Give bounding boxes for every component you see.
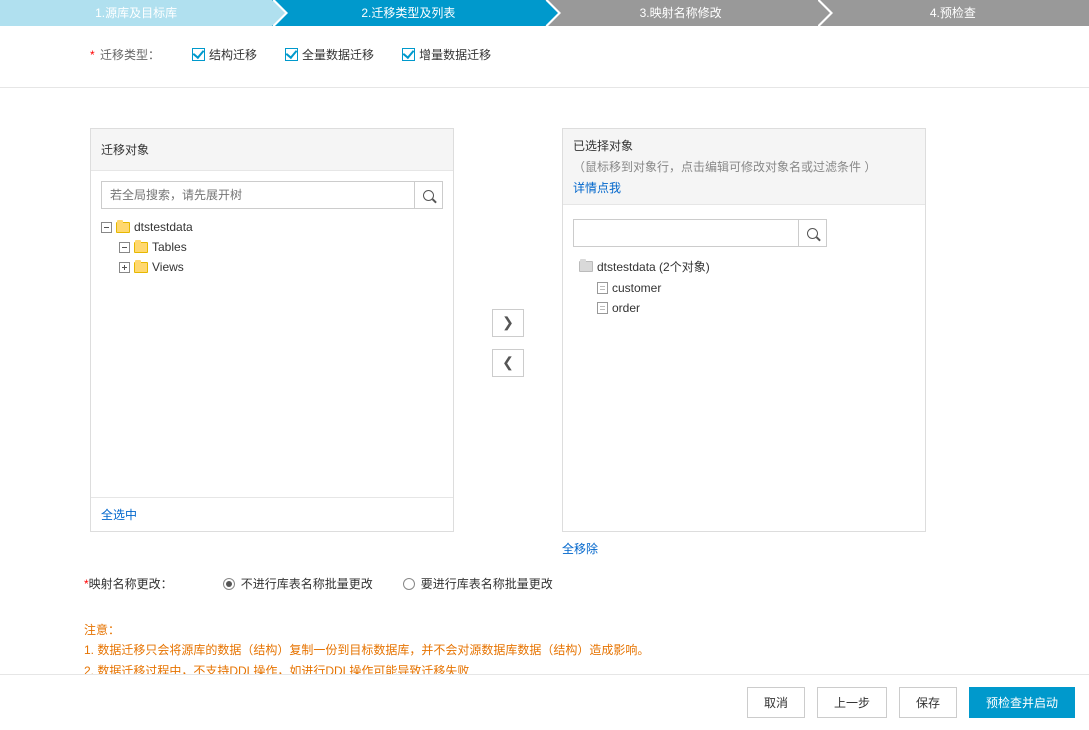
source-objects-panel: 迁移对象 dtstestdata [90,128,454,532]
tree-label: Tables [152,240,187,254]
selected-panel-hint: （鼠标移到对象行，点击编辑可修改对象名或过滤条件 ） [573,158,876,175]
expand-icon[interactable] [119,262,130,273]
checkbox-icon [192,48,205,61]
search-icon [807,228,818,239]
remove-all-link[interactable]: 全移除 [562,540,926,557]
radio-label: 要进行库表名称批量更改 [421,575,553,592]
step-4[interactable]: 4.预检查 [817,0,1089,26]
footer-actions: 取消 上一步 保存 预检查并启动 [0,674,1089,730]
radio-no-rename[interactable]: 不进行库表名称批量更改 [223,575,373,592]
source-search-input[interactable] [102,182,414,208]
source-panel-footer: 全选中 [91,497,453,531]
selected-search-input[interactable] [574,220,798,246]
tree-node-db[interactable]: dtstestdata [101,217,443,237]
migration-type-label: * 迁移类型： [90,46,164,63]
source-tree: dtstestdata Tables Views [101,217,443,277]
notes-title: 注意： [84,620,1089,640]
source-search [101,181,443,209]
checkbox-full[interactable]: 全量数据迁移 [285,46,374,63]
folder-icon [134,262,148,273]
checkbox-incremental[interactable]: 增量数据迁移 [402,46,491,63]
tree-label: dtstestdata [134,220,193,234]
radio-do-rename[interactable]: 要进行库表名称批量更改 [403,575,553,592]
chevron-right-icon: ❯ [502,314,514,331]
tree-label: order [612,301,640,315]
checkbox-label: 结构迁移 [209,46,257,63]
checkbox-label: 全量数据迁移 [302,46,374,63]
mapping-rename-options: 不进行库表名称批量更改 要进行库表名称批量更改 [223,575,553,592]
chevron-left-icon: ❮ [502,354,514,371]
checkbox-icon [285,48,298,61]
move-right-button[interactable]: ❯ [492,309,524,337]
select-all-link[interactable]: 全选中 [101,508,137,522]
step-bar: 1.源库及目标库 2.迁移类型及列表 3.映射名称修改 4.预检查 [0,0,1089,26]
radio-icon [223,578,235,590]
tree-node-views[interactable]: Views [101,257,443,277]
transfer-buttons: ❯ ❮ [454,309,562,377]
precheck-start-button[interactable]: 预检查并启动 [969,687,1075,718]
step-3[interactable]: 3.映射名称修改 [545,0,817,26]
source-search-button[interactable] [414,182,442,208]
mapping-rename-label: *映射名称更改： [84,575,173,592]
tree-node-customer[interactable]: customer [573,278,915,298]
file-icon [597,302,608,314]
tree-label: dtstestdata (2个对象) [597,258,710,275]
folder-icon [579,261,593,272]
radio-icon [403,578,415,590]
file-icon [597,282,608,294]
required-star: * [90,48,95,62]
checkbox-structure[interactable]: 结构迁移 [192,46,257,63]
step-1[interactable]: 1.源库及目标库 [0,0,272,26]
tree-node-db[interactable]: dtstestdata (2个对象) [573,255,915,278]
selected-search [573,219,827,247]
prev-button[interactable]: 上一步 [817,687,887,718]
folder-icon [134,242,148,253]
migration-type-options: 结构迁移 全量数据迁移 增量数据迁移 [192,46,491,63]
folder-icon [116,222,130,233]
source-panel-title: 迁移对象 [101,141,149,158]
tree-label: Views [152,260,184,274]
cancel-button[interactable]: 取消 [747,687,805,718]
checkbox-label: 增量数据迁移 [419,46,491,63]
selected-objects-panel: 已选择对象 （鼠标移到对象行，点击编辑可修改对象名或过滤条件 ） 详情点我 [562,128,926,532]
notes-section: 注意： 1. 数据迁移只会将源库的数据（结构）复制一份到目标数据库，并不会对源数… [0,592,1089,681]
checkbox-icon [402,48,415,61]
migration-type-row: * 迁移类型： 结构迁移 全量数据迁移 增量数据迁移 [0,26,1089,88]
source-panel-header: 迁移对象 [91,129,453,171]
expand-icon[interactable] [119,242,130,253]
selected-tree: dtstestdata (2个对象) customer order [573,255,915,318]
tree-node-order[interactable]: order [573,298,915,318]
mapping-rename-row: *映射名称更改： 不进行库表名称批量更改 要进行库表名称批量更改 [0,557,1089,592]
tree-label: customer [612,281,661,295]
selected-panel-header: 已选择对象 （鼠标移到对象行，点击编辑可修改对象名或过滤条件 ） 详情点我 [563,129,925,205]
selected-panel-more-link[interactable]: 详情点我 [573,179,621,196]
tree-node-tables[interactable]: Tables [101,237,443,257]
move-left-button[interactable]: ❮ [492,349,524,377]
selected-search-button[interactable] [798,220,826,246]
expand-icon[interactable] [101,222,112,233]
search-icon [423,190,434,201]
notes-line: 1. 数据迁移只会将源库的数据（结构）复制一份到目标数据库，并不会对源数据库数据… [84,640,1089,660]
save-button[interactable]: 保存 [899,687,957,718]
step-2[interactable]: 2.迁移类型及列表 [272,0,544,26]
radio-label: 不进行库表名称批量更改 [241,575,373,592]
selected-panel-title: 已选择对象 [573,137,633,154]
